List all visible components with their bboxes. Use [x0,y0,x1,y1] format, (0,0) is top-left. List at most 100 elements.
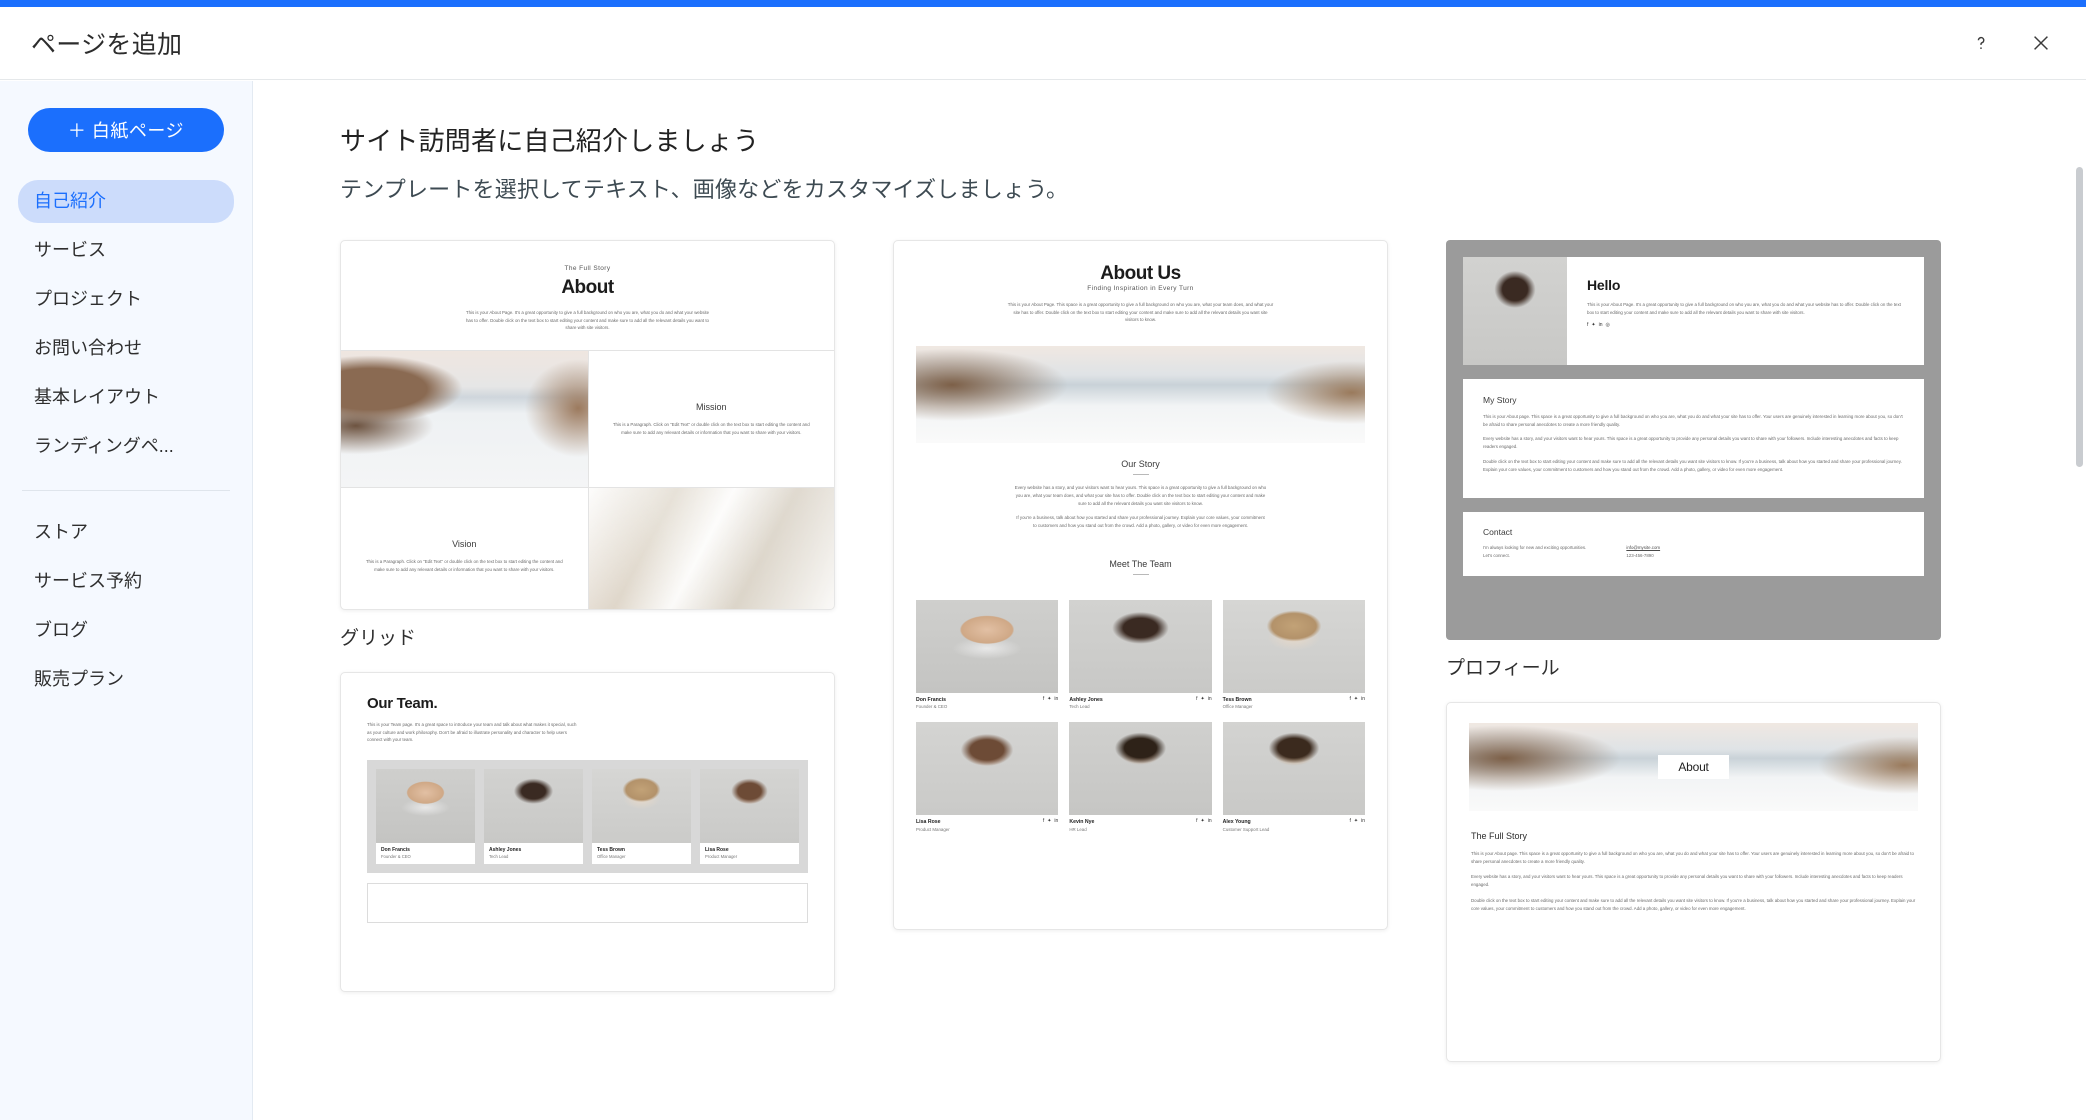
team-member: Alex Young Customer Support Lead f ✦ in [1222,722,1365,834]
team-member: Ashley Jones Tech Lead f ✦ in [1069,599,1212,712]
team-member-photo [1222,722,1365,816]
grid-eyebrow: The Full Story [564,265,611,272]
team-member-role: Tech Lead [1069,704,1090,710]
blank-page-button[interactable]: ＋ 白紙ページ [28,108,224,152]
main-content: サイト訪問者に自己紹介しましょう テンプレートを選択してテキスト、画像などをカス… [253,81,2086,1120]
profile-story-p3: Double click on the text box to start ed… [1483,458,1902,472]
profile-contact-email[interactable]: info@mysite.com [1626,544,1660,552]
facebook-icon[interactable]: f [1043,819,1044,824]
linkedin-icon[interactable]: in [1599,323,1603,328]
profile-story-p2: Every website has a story, and your visi… [1483,436,1899,450]
team-member-photo [916,599,1059,693]
sidebar: ＋ 白紙ページ 自己紹介 サービス プロジェクト お問い合わせ 基本レイアウト … [0,81,253,1120]
aboutus-heading: About Us [1100,263,1181,284]
team-member-name: Tess Brown [597,847,625,854]
profile-hero: Hello This is your About Page. It's a gr… [1463,257,1924,365]
sidebar-item-basic-layout[interactable]: 基本レイアウト [18,376,234,419]
sidebar-item-store[interactable]: ストア [18,511,234,554]
grid-image-1 [341,350,588,488]
grid-heading: About [561,277,614,298]
profile-contact-phone: 123-456-7890 [1626,552,1654,558]
sidebar-item-blog[interactable]: ブログ [18,609,234,652]
sidebar-item-bookings[interactable]: サービス予約 [18,560,234,603]
facebook-icon[interactable]: f [1196,696,1197,702]
team-member-role: Product Manager [916,826,950,832]
social-links: f ✦ in [1196,819,1212,824]
twitter-icon[interactable]: ✦ [1354,819,1358,824]
template-card-about-us[interactable]: About Us Finding Inspiration in Every Tu… [893,240,1388,930]
linkedin-icon[interactable]: in [1361,819,1365,824]
aboutus-team-section: Meet The Team [894,543,1387,590]
team-member: Tess Brown Office Manager f ✦ in [1222,599,1365,712]
facebook-icon[interactable]: f [1349,819,1350,824]
about-hero-badge: About [1658,755,1729,779]
team-member-name: Don Francis [916,696,946,703]
profile-contact-panel: Contact I'm always looking for new and e… [1463,512,1924,576]
team-member-band: Don Francis Founder & CEO Ashley Jones T… [367,760,808,874]
template-grid: The Full Story About This is your About … [340,240,2040,1062]
profile-contact-title: Contact [1483,527,1513,538]
twitter-icon[interactable]: ✦ [1201,696,1205,702]
team-heading: Our Team. [367,695,438,712]
linkedin-icon[interactable]: in [1361,696,1365,702]
main-scrollbar[interactable] [2076,167,2083,1120]
close-icon[interactable] [2024,26,2058,60]
grid-vision-title: Vision [452,538,477,549]
twitter-icon[interactable]: ✦ [1591,323,1595,328]
twitter-icon[interactable]: ✦ [1047,696,1051,702]
social-links: f ✦ in [1043,819,1059,824]
about-hero-p3: Double click on the text box to start ed… [1471,897,1916,911]
aboutus-story-section: Our Story Every website has a story, and… [894,443,1387,543]
sidebar-item-projects[interactable]: プロジェクト [18,278,234,321]
team-member: Kevin Nye HR Lead f ✦ in [1069,722,1212,834]
team-member-photo [592,769,691,844]
facebook-icon[interactable]: f [1587,323,1588,328]
sidebar-item-contact[interactable]: お問い合わせ [18,327,234,370]
facebook-icon[interactable]: f [1043,696,1044,702]
team-member-role: Tech Lead [489,854,509,860]
facebook-icon[interactable]: f [1349,696,1350,702]
sidebar-item-pricing-plans[interactable]: 販売プラン [18,658,234,701]
linkedin-icon[interactable]: in [1208,696,1212,702]
linkedin-icon[interactable]: in [1054,696,1058,702]
linkedin-icon[interactable]: in [1208,819,1212,824]
profile-contact-line1: I'm always looking for new and exciting … [1483,545,1587,551]
team-member-photo [376,769,475,844]
main-subheading: テンプレートを選択してテキスト、画像などをカスタマイズしましょう。 [340,177,1069,202]
help-icon[interactable] [1964,26,1998,60]
social-links: f ✦ in [1196,696,1212,702]
team-member: Don Francis Founder & CEO [376,769,475,865]
page-title: ページを追加 [31,31,183,59]
sidebar-item-services[interactable]: サービス [18,229,234,272]
team-member-photo [1069,722,1212,816]
team-member-name: Ashley Jones [489,847,522,854]
sidebar-item-landing-page[interactable]: ランディングペ... [18,425,234,468]
twitter-icon[interactable]: ✦ [1047,819,1051,824]
template-card-about-hero[interactable]: About The Full Story This is your About … [1446,702,1941,1062]
template-card-our-team[interactable]: Our Team. This is your Team page. It's a… [340,672,835,992]
twitter-icon[interactable]: ✦ [1354,696,1358,702]
aboutus-story-title: Our Story [1121,459,1160,470]
aboutus-story-p2: If you're a business, talk about how you… [1016,515,1265,528]
social-links: f ✦ in [1349,819,1365,824]
template-column-2: About Us Finding Inspiration in Every Tu… [893,240,1388,930]
profile-story-panel: My Story This is your About page. This s… [1463,379,1924,499]
grid-body: This is your About Page. It's a great op… [465,310,710,331]
add-page-dialog: ページを追加 ＋ 白紙ページ 自己紹介 サービス プロジェクト お問い合わせ 基… [0,0,2086,1120]
team-member-name: Don Francis [381,847,410,854]
facebook-icon[interactable]: f [1196,819,1197,824]
scrollbar-thumb[interactable] [2076,167,2083,467]
team-member-role: HR Lead [1069,826,1087,832]
instagram-icon[interactable]: ◎ [1606,323,1610,328]
template-card-grid[interactable]: The Full Story About This is your About … [340,240,835,650]
profile-photo [1463,257,1567,365]
linkedin-icon[interactable]: in [1054,819,1058,824]
sidebar-item-about[interactable]: 自己紹介 [18,180,234,223]
template-card-profile[interactable]: Hello This is your About Page. It's a gr… [1446,240,1941,680]
twitter-icon[interactable]: ✦ [1201,819,1205,824]
dialog-header: ページを追加 [0,7,2086,80]
team-member-photo [1069,599,1212,693]
aboutus-body: This is your About Page. This space is a… [1007,302,1274,323]
grid-mission-title: Mission [695,401,727,412]
team-member-name: Kevin Nye [1069,819,1095,826]
